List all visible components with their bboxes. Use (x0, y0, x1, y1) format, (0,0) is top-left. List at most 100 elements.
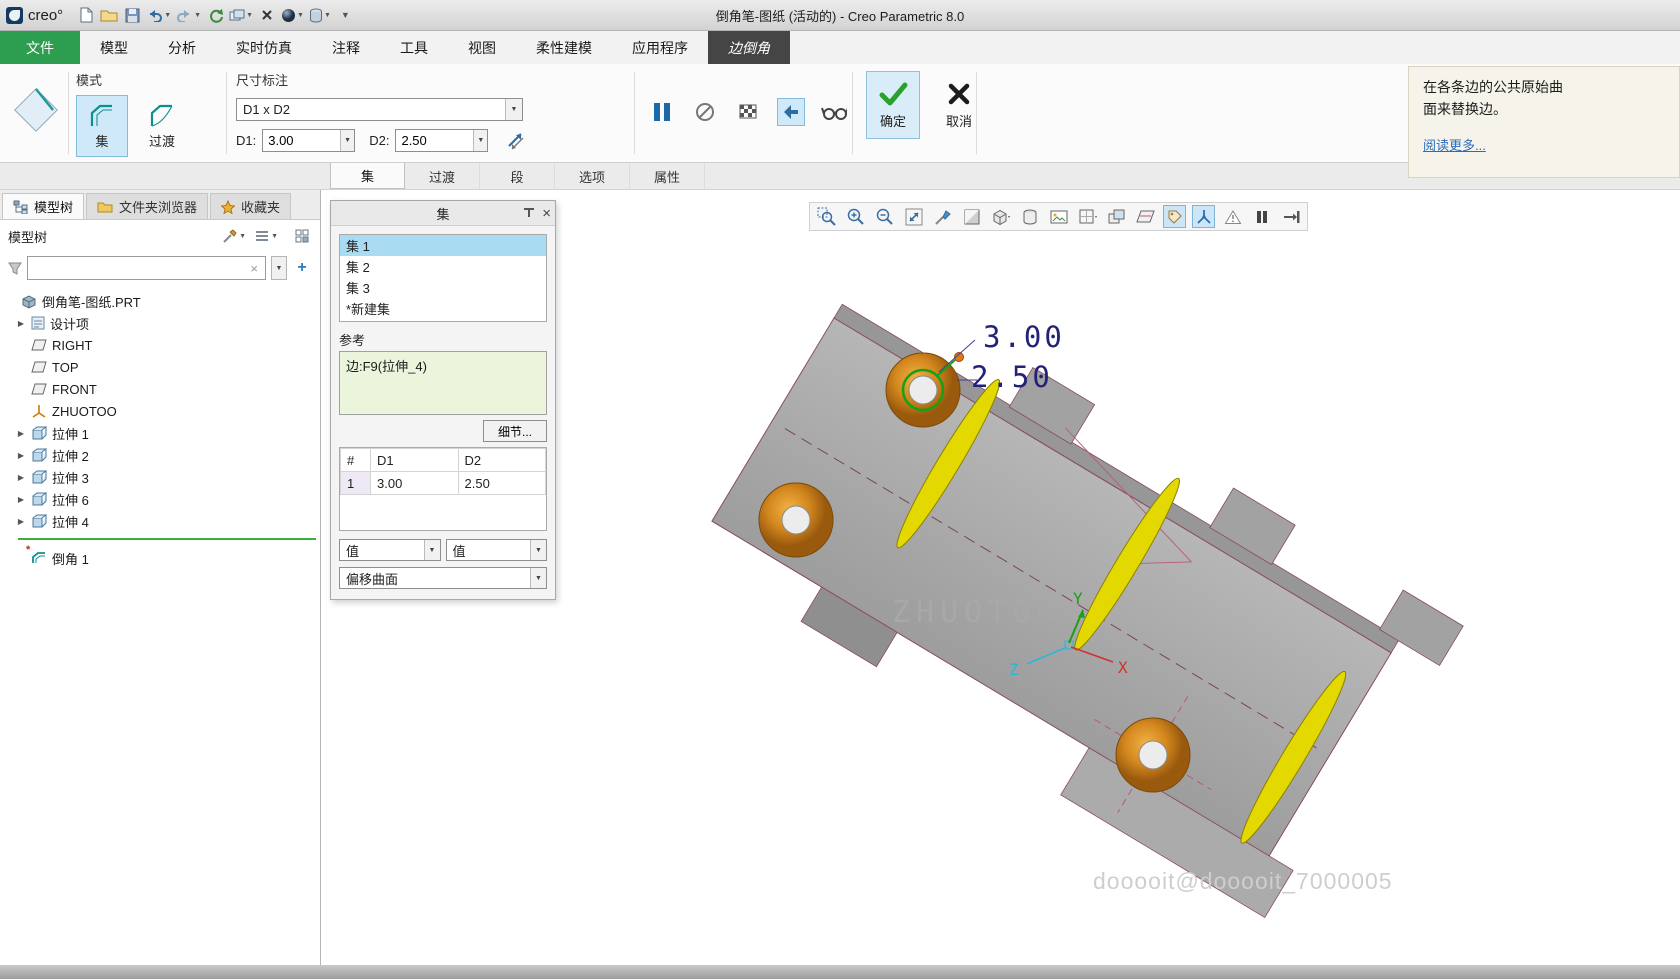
table-row[interactable]: 1 3.00 2.50 (341, 472, 546, 495)
warning-icon[interactable] (1221, 205, 1244, 228)
tree-item-extrude-3[interactable]: ▶ 拉伸 3 (0, 466, 320, 488)
verify-glasses-icon[interactable] (820, 98, 848, 126)
model-tree-filter-input-box[interactable]: × (27, 256, 266, 280)
zoom-in-icon[interactable] (844, 205, 867, 228)
d2-cell[interactable]: 2.50 (458, 472, 546, 495)
redo-button[interactable]: ▼ (175, 4, 202, 26)
dropdown-arrow-icon[interactable]: ▼ (424, 540, 440, 560)
tree-item-extrude-6[interactable]: ▶ 拉伸 6 (0, 488, 320, 510)
d1-value-input[interactable] (263, 133, 340, 148)
flip-dimensions-icon[interactable] (506, 132, 526, 150)
tree-item-front-plane[interactable]: ▶ FRONT (0, 378, 320, 400)
dropdown-arrow-icon[interactable]: ▼ (473, 130, 487, 151)
clear-filter-icon[interactable]: × (248, 261, 260, 276)
tree-filters-button[interactable]: ▼ (218, 227, 249, 246)
dropdown-arrow-icon[interactable]: ▼ (530, 568, 546, 588)
cancel-button[interactable]: 取消 (932, 71, 986, 139)
ribbon-tab-model[interactable]: 模型 (80, 31, 148, 64)
pause-stream-icon[interactable] (1250, 205, 1273, 228)
set-list-item-2[interactable]: 集 2 (340, 256, 546, 277)
resume-exit-icon[interactable] (1279, 205, 1302, 228)
save-icon[interactable] (122, 4, 142, 26)
capture-image-icon[interactable] (1047, 205, 1070, 228)
expand-arrow-icon[interactable]: ▶ (16, 451, 26, 460)
insertion-point-line[interactable] (18, 538, 316, 540)
dashboard-tab-sets[interactable]: 集 (330, 163, 405, 189)
expand-arrow-icon[interactable]: ▶ (16, 473, 26, 482)
tree-item-part[interactable]: ▶ 倒角笔-图纸.PRT (0, 290, 320, 312)
mode-set-button[interactable]: 集 (76, 95, 128, 157)
d1-type-dropdown[interactable]: 值 ▼ (339, 539, 441, 561)
offset-surface-dropdown[interactable]: 偏移曲面 ▼ (339, 567, 547, 589)
expand-arrow-icon[interactable]: ▶ (16, 429, 26, 438)
tree-item-top-plane[interactable]: ▶ TOP (0, 356, 320, 378)
tree-item-design-items[interactable]: ▶ 设计项 (0, 312, 320, 334)
repaint-icon[interactable] (931, 205, 954, 228)
tree-item-chamfer-1[interactable]: ▶ * 倒角 1 (0, 547, 320, 569)
dashboard-tab-transitions[interactable]: 过渡 (405, 163, 480, 189)
zoom-box-icon[interactable] (815, 205, 838, 228)
shading-icon[interactable] (960, 205, 983, 228)
filter-dropdown-icon[interactable]: ▼ (271, 256, 287, 280)
read-more-link[interactable]: 阅读更多... (1423, 136, 1486, 156)
expand-arrow-icon[interactable]: ▶ (16, 517, 26, 526)
refit-icon[interactable] (902, 205, 925, 228)
dropdown-arrow-icon[interactable]: ▼ (505, 99, 522, 120)
row-number-cell[interactable]: 1 (341, 472, 371, 495)
annotation-display-icon[interactable] (1163, 205, 1186, 228)
sets-panel-titlebar[interactable]: 集 × (331, 201, 555, 226)
ribbon-tab-edge-chamfer[interactable]: 边倒角 (708, 31, 790, 64)
boss-3[interactable] (1116, 718, 1190, 792)
dock-pin-icon[interactable] (522, 207, 536, 219)
ribbon-tab-live-simulation[interactable]: 实时仿真 (216, 31, 312, 64)
ribbon-tab-annotate[interactable]: 注释 (312, 31, 380, 64)
tree-item-right-plane[interactable]: ▶ RIGHT (0, 334, 320, 356)
d2-type-dropdown[interactable]: 值 ▼ (446, 539, 548, 561)
set-list-item-new[interactable]: *新建集 (340, 298, 546, 319)
d1-value-combo[interactable]: ▼ (262, 129, 355, 152)
d1-cell[interactable]: 3.00 (371, 472, 459, 495)
set-list-item-3[interactable]: 集 3 (340, 277, 546, 298)
open-file-icon[interactable] (99, 4, 119, 26)
no-preview-icon[interactable] (691, 98, 719, 126)
appearance-gallery-button[interactable]: ▼ (280, 4, 305, 26)
ribbon-tab-tools[interactable]: 工具 (380, 31, 448, 64)
datum-display-filter-icon[interactable] (1134, 205, 1157, 228)
spin-center-icon[interactable] (1192, 205, 1215, 228)
tree-item-extrude-2[interactable]: ▶ 拉伸 2 (0, 444, 320, 466)
reference-collector[interactable]: 边:F9(拉伸_4) (339, 351, 547, 415)
new-file-icon[interactable] (76, 4, 96, 26)
dimension-d2-text[interactable]: 2.50 (971, 360, 1053, 394)
dimension-d1-text[interactable]: 3.00 (983, 320, 1065, 354)
tab-favorites[interactable]: 收藏夹 (210, 193, 291, 219)
expand-arrow-icon[interactable]: ▶ (16, 495, 26, 504)
undo-caret-icon[interactable]: ▼ (164, 12, 171, 19)
tree-display-options-button[interactable]: ▼ (252, 228, 281, 244)
details-button[interactable]: 细节... (483, 420, 547, 442)
tab-folder-browser[interactable]: 文件夹浏览器 (86, 193, 208, 219)
customize-qat-button[interactable]: ▼ (335, 4, 355, 26)
ribbon-tab-flexible-modeling[interactable]: 柔性建模 (516, 31, 612, 64)
windows-switch-button[interactable]: ▼ (228, 4, 254, 26)
regenerate-icon[interactable] (205, 4, 225, 26)
tree-settings-button[interactable] (292, 227, 312, 245)
appearance-caret-icon[interactable]: ▼ (297, 12, 304, 19)
ribbon-tab-view[interactable]: 视图 (448, 31, 516, 64)
display-style-icon[interactable] (989, 205, 1012, 228)
dashboard-tab-properties[interactable]: 属性 (630, 163, 705, 189)
zoom-out-icon[interactable] (873, 205, 896, 228)
d2-value-combo[interactable]: ▼ (395, 129, 488, 152)
attached-preview-icon[interactable] (777, 98, 805, 126)
close-window-icon[interactable] (257, 4, 277, 26)
close-panel-icon[interactable]: × (542, 206, 551, 221)
expand-arrow-icon[interactable]: ▶ (16, 319, 26, 328)
redo-caret-icon[interactable]: ▼ (194, 12, 201, 19)
unattached-preview-icon[interactable] (734, 98, 762, 126)
display-style-button[interactable]: ▼ (308, 4, 332, 26)
windows-caret-icon[interactable]: ▼ (246, 12, 253, 19)
undo-button[interactable]: ▼ (145, 4, 172, 26)
dimension-scheme-dropdown[interactable]: D1 x D2 ▼ (236, 98, 523, 121)
view-manager-icon[interactable] (1105, 205, 1128, 228)
boss-2[interactable] (759, 483, 833, 557)
tree-item-extrude-1[interactable]: ▶ 拉伸 1 (0, 422, 320, 444)
